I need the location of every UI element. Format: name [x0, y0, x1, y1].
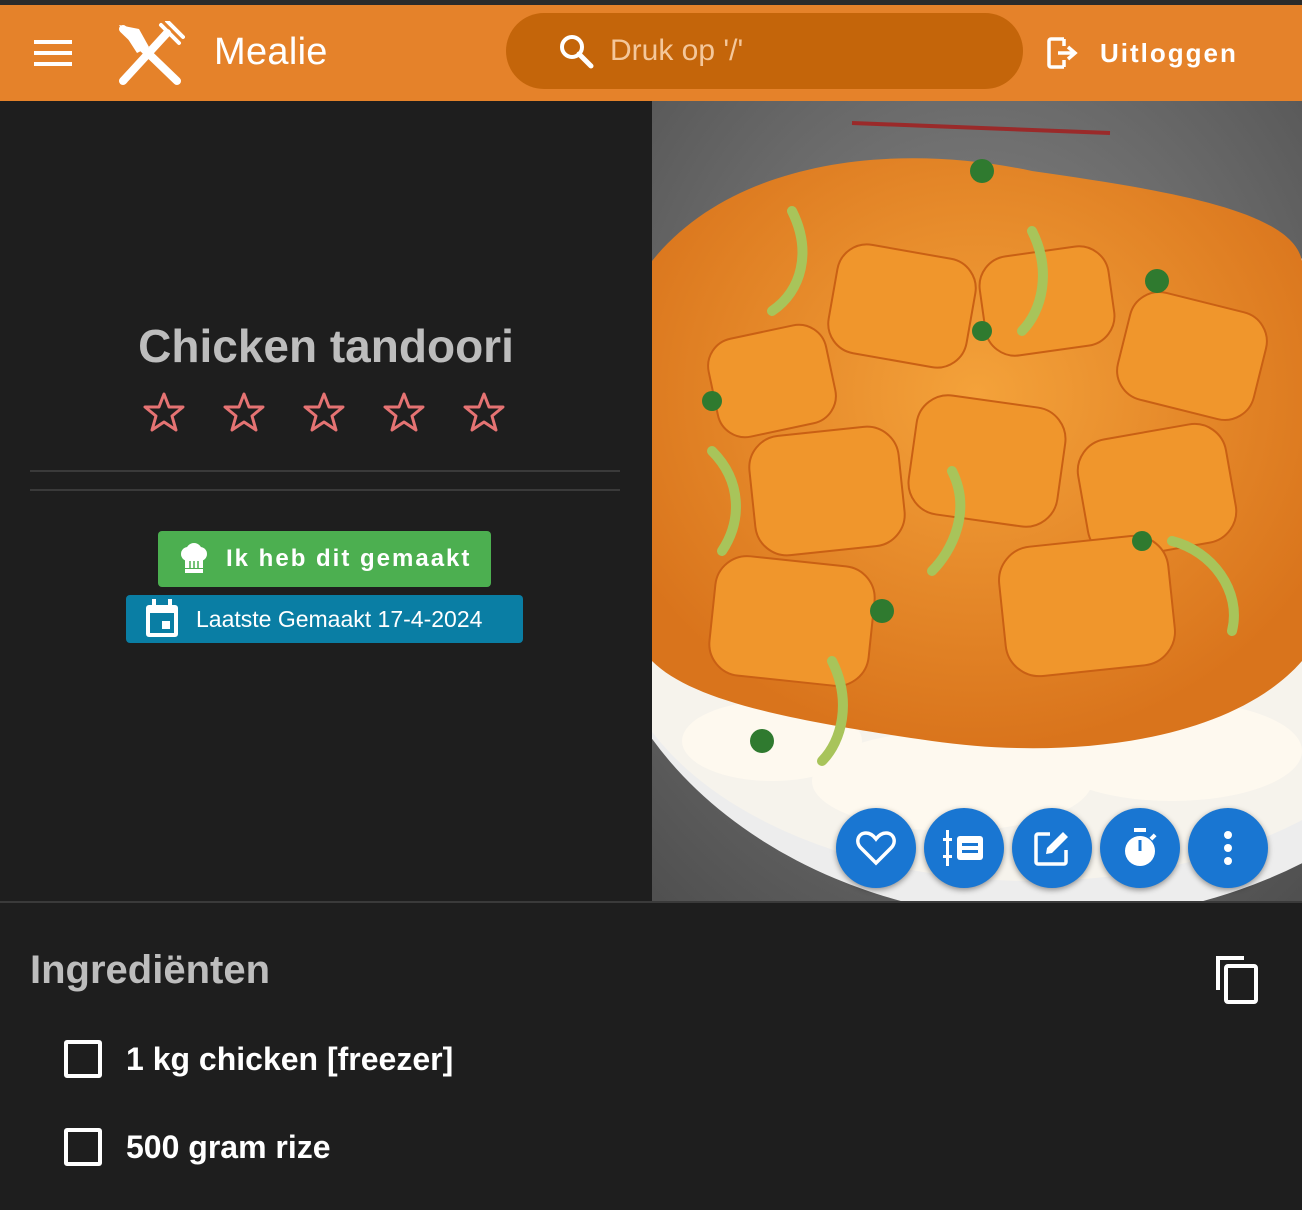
ingredient-item[interactable]: 1 kg chicken [freezer]	[64, 1040, 453, 1078]
timer-icon	[1125, 828, 1157, 866]
hamburger-icon	[34, 40, 72, 66]
menu-button[interactable]	[28, 33, 78, 73]
chef-hat-icon	[181, 543, 207, 573]
star-icon[interactable]	[223, 391, 265, 433]
search-icon	[560, 35, 594, 69]
recipe-header-panel: Chicken tandoori Ik heb dit gemaakt Laat…	[0, 101, 652, 901]
rating-stars[interactable]	[143, 391, 505, 433]
checkbox[interactable]	[64, 1128, 102, 1166]
star-icon[interactable]	[303, 391, 345, 433]
section-divider	[0, 901, 1302, 903]
ingredients-title: Ingrediënten	[30, 948, 271, 992]
copy-icon	[1216, 956, 1258, 1004]
edit-icon	[1034, 832, 1068, 866]
recipe-image	[652, 101, 1302, 901]
edit-button[interactable]	[1012, 808, 1092, 888]
mealplan-list-button[interactable]	[924, 808, 1004, 888]
favorite-button[interactable]	[836, 808, 916, 888]
heart-icon	[856, 831, 896, 866]
app-bar: Mealie Uitloggen	[0, 5, 1302, 101]
chicken-tandoori-photo	[652, 101, 1302, 901]
app-title[interactable]: Mealie	[214, 31, 328, 74]
search-bar[interactable]	[506, 13, 1023, 89]
logout-icon	[1047, 37, 1078, 69]
recipe-title: Chicken tandoori	[138, 320, 514, 372]
star-icon[interactable]	[383, 391, 425, 433]
calendar-icon	[146, 599, 178, 637]
logout-label: Uitloggen	[1100, 37, 1238, 68]
last-made-label: Laatste Gemaakt 17-4-2024	[196, 605, 483, 632]
star-icon[interactable]	[463, 391, 505, 433]
more-icon	[1224, 831, 1232, 865]
more-button[interactable]	[1188, 808, 1268, 888]
made-this-label: Ik heb dit gemaakt	[226, 545, 472, 572]
divider	[30, 489, 620, 491]
timer-button[interactable]	[1100, 808, 1180, 888]
logout-button[interactable]: Uitloggen	[1046, 31, 1238, 75]
copy-ingredients-button[interactable]	[1214, 954, 1262, 1006]
star-icon[interactable]	[143, 391, 185, 433]
ingredient-label: 500 gram rize	[126, 1128, 331, 1165]
list-icon	[943, 830, 983, 866]
divider	[30, 470, 620, 472]
last-made-badge: Laatste Gemaakt 17-4-2024	[126, 595, 523, 643]
ingredient-item[interactable]: 500 gram rize	[64, 1128, 331, 1166]
checkbox[interactable]	[64, 1040, 102, 1078]
search-input[interactable]	[610, 31, 990, 71]
fork-knife-logo-icon[interactable]	[115, 21, 185, 87]
made-this-button[interactable]: Ik heb dit gemaakt	[158, 531, 491, 587]
ingredient-label: 1 kg chicken [freezer]	[126, 1040, 454, 1077]
